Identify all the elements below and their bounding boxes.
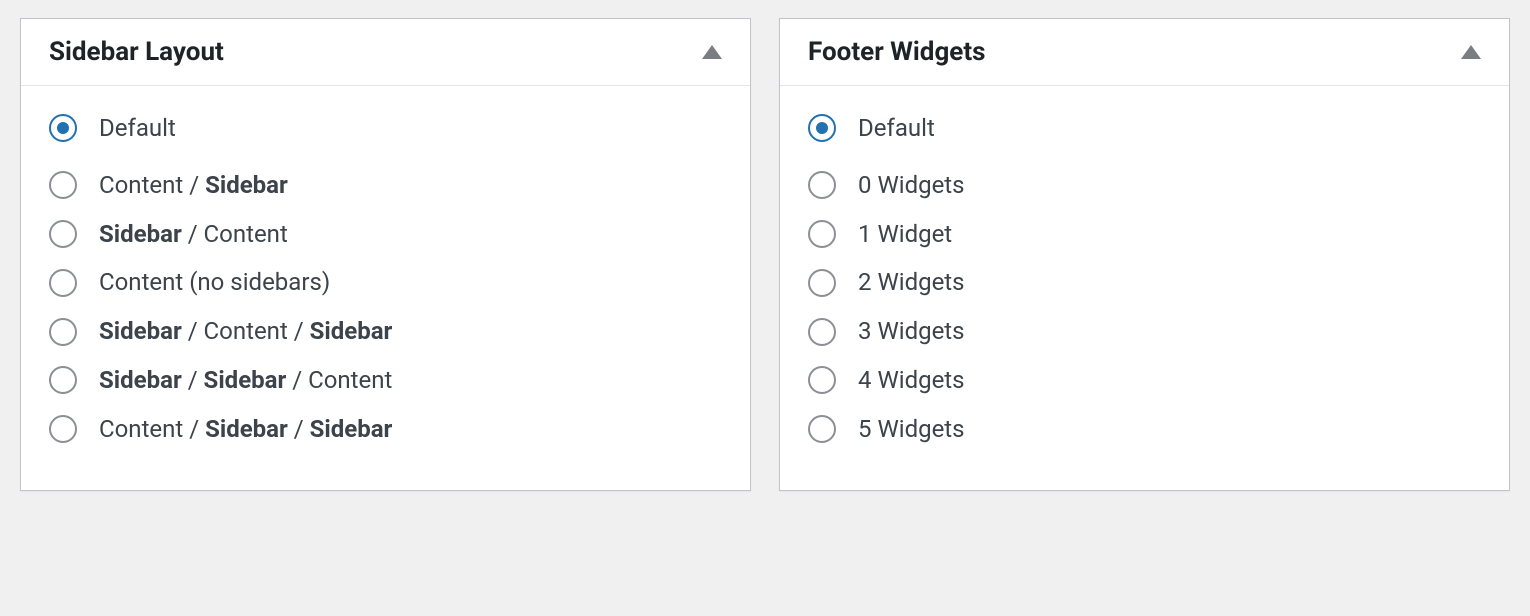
- footer-widgets-option-2-widgets[interactable]: 2 Widgets: [808, 258, 1481, 307]
- sidebar-layout-title: Sidebar Layout: [49, 37, 224, 67]
- sidebar-layout-option-default[interactable]: Default: [49, 114, 722, 161]
- radio-label: Sidebar / Sidebar / Content: [99, 366, 392, 395]
- radio-label: 1 Widget: [858, 220, 952, 249]
- sidebar-layout-option-sidebar-content[interactable]: Sidebar / Content: [49, 210, 722, 259]
- radio-button[interactable]: [49, 318, 77, 346]
- radio-button[interactable]: [49, 220, 77, 248]
- footer-widgets-option-0-widgets[interactable]: 0 Widgets: [808, 161, 1481, 210]
- radio-button[interactable]: [49, 114, 77, 142]
- radio-button[interactable]: [808, 114, 836, 142]
- footer-widgets-metabox: Footer Widgets Default 0 Widgets 1 Widget 2…: [779, 18, 1510, 491]
- sidebar-layout-option-sidebar-content-sidebar[interactable]: Sidebar / Content / Sidebar: [49, 307, 722, 356]
- radio-button[interactable]: [808, 171, 836, 199]
- footer-widgets-toggle[interactable]: Footer Widgets: [780, 19, 1509, 86]
- radio-label: 0 Widgets: [858, 171, 965, 200]
- footer-widgets-body: Default 0 Widgets 1 Widget 2 Widgets 3 Widge…: [780, 86, 1509, 490]
- footer-widgets-option-3-widgets[interactable]: 3 Widgets: [808, 307, 1481, 356]
- radio-button[interactable]: [808, 318, 836, 346]
- radio-label: 4 Widgets: [858, 366, 965, 395]
- radio-button[interactable]: [49, 171, 77, 199]
- radio-label: Default: [858, 114, 935, 143]
- sidebar-layout-option-content-no-sidebars[interactable]: Content (no sidebars): [49, 258, 722, 307]
- sidebar-layout-option-content-sidebar[interactable]: Content / Sidebar: [49, 161, 722, 210]
- sidebar-layout-toggle[interactable]: Sidebar Layout: [21, 19, 750, 86]
- radio-label: 3 Widgets: [858, 317, 965, 346]
- radio-label: Content (no sidebars): [99, 268, 330, 297]
- footer-widgets-title: Footer Widgets: [808, 37, 986, 67]
- radio-label: Sidebar / Content: [99, 220, 288, 249]
- radio-label: Default: [99, 114, 176, 143]
- radio-label: 2 Widgets: [858, 268, 965, 297]
- radio-button[interactable]: [49, 366, 77, 394]
- footer-widgets-option-default[interactable]: Default: [808, 114, 1481, 161]
- radio-label: Content / Sidebar: [99, 171, 288, 200]
- radio-label: 5 Widgets: [858, 415, 965, 444]
- sidebar-layout-body: Default Content / Sidebar Sidebar / Conten…: [21, 86, 750, 490]
- footer-widgets-option-4-widgets[interactable]: 4 Widgets: [808, 356, 1481, 405]
- sidebar-layout-metabox: Sidebar Layout Default Content / Sidebar S…: [20, 18, 751, 491]
- sidebar-layout-option-content-sidebar-sidebar[interactable]: Content / Sidebar / Sidebar: [49, 405, 722, 454]
- radio-button[interactable]: [808, 366, 836, 394]
- footer-widgets-option-1-widget[interactable]: 1 Widget: [808, 210, 1481, 259]
- footer-widgets-option-5-widgets[interactable]: 5 Widgets: [808, 405, 1481, 454]
- sidebar-layout-option-sidebar-sidebar-content[interactable]: Sidebar / Sidebar / Content: [49, 356, 722, 405]
- radio-button[interactable]: [49, 415, 77, 443]
- radio-button[interactable]: [808, 415, 836, 443]
- radio-label: Sidebar / Content / Sidebar: [99, 317, 392, 346]
- radio-button[interactable]: [808, 269, 836, 297]
- radio-button[interactable]: [49, 269, 77, 297]
- radio-button[interactable]: [808, 220, 836, 248]
- radio-label: Content / Sidebar / Sidebar: [99, 415, 392, 444]
- chevron-up-icon: [1461, 45, 1481, 59]
- chevron-up-icon: [702, 45, 722, 59]
